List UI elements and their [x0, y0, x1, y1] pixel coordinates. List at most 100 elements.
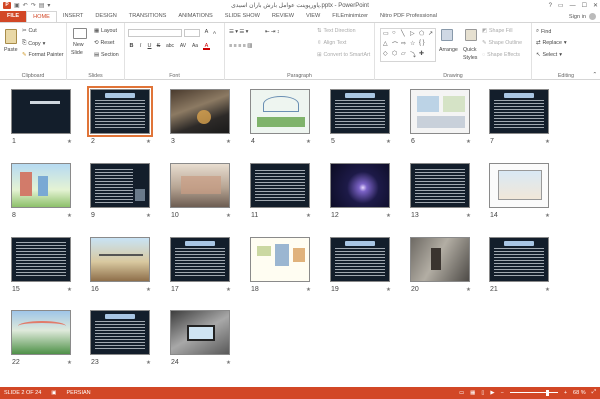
- tab-slide-show[interactable]: SLIDE SHOW: [219, 11, 266, 22]
- reset-button[interactable]: ⟲ Reset: [94, 40, 114, 46]
- font-color-button[interactable]: A: [203, 43, 210, 50]
- tab-file[interactable]: FILE: [0, 11, 27, 22]
- slide-thumbnail-16[interactable]: [90, 237, 150, 282]
- normal-view-icon[interactable]: ▭: [459, 390, 464, 396]
- redo-icon[interactable]: ↷: [31, 2, 36, 9]
- format-painter-button[interactable]: ✎ Format Painter: [22, 52, 63, 58]
- tab-animations[interactable]: ANIMATIONS: [172, 11, 218, 22]
- new-slide-icon[interactable]: [73, 28, 87, 39]
- slide-thumbnail-12[interactable]: [330, 163, 390, 208]
- slide-thumbnail-22[interactable]: [11, 310, 71, 355]
- slide-animation-star-icon[interactable]: ★: [226, 360, 231, 366]
- paste-button[interactable]: Paste: [4, 47, 18, 53]
- slide-thumbnail-14[interactable]: [489, 163, 549, 208]
- slide-animation-star-icon[interactable]: ★: [146, 360, 151, 366]
- slide-animation-star-icon[interactable]: ★: [466, 139, 471, 145]
- section-button[interactable]: ▤ Section: [94, 52, 119, 58]
- font-name-input[interactable]: [128, 29, 182, 37]
- undo-icon[interactable]: ↶: [23, 2, 28, 9]
- slide-thumbnail-8[interactable]: [11, 163, 71, 208]
- zoom-in-button[interactable]: +: [564, 390, 567, 396]
- slide-thumbnail-19[interactable]: [330, 237, 390, 282]
- slide-thumbnail-20[interactable]: [410, 237, 470, 282]
- slide-animation-star-icon[interactable]: ★: [67, 139, 72, 145]
- slide-animation-star-icon[interactable]: ★: [67, 360, 72, 366]
- find-button[interactable]: ⌕ Find: [536, 28, 551, 35]
- cut-button[interactable]: ✂ Cut: [22, 28, 37, 34]
- copy-button[interactable]: ⎘ Copy ▾: [22, 40, 45, 47]
- slide-thumbnail-21[interactable]: [489, 237, 549, 282]
- slide-animation-star-icon[interactable]: ★: [466, 213, 471, 219]
- bold-button[interactable]: B: [128, 43, 135, 50]
- slide-sorter-view-icon[interactable]: ▦: [470, 390, 475, 396]
- slide-animation-star-icon[interactable]: ★: [306, 139, 311, 145]
- ribbon-display-icon[interactable]: ▭: [558, 2, 564, 9]
- slide-thumbnail-1[interactable]: [11, 89, 71, 134]
- slide-thumbnail-4[interactable]: [250, 89, 310, 134]
- slide-animation-star-icon[interactable]: ★: [226, 287, 231, 293]
- maximize-button[interactable]: ☐: [582, 2, 587, 9]
- slide-animation-star-icon[interactable]: ★: [386, 139, 391, 145]
- slide-animation-star-icon[interactable]: ★: [306, 287, 311, 293]
- slide-animation-star-icon[interactable]: ★: [386, 287, 391, 293]
- slide-thumbnail-10[interactable]: [170, 163, 230, 208]
- new-slide-button[interactable]: New: [73, 42, 84, 48]
- fit-to-window-icon[interactable]: ⤢: [592, 389, 596, 396]
- arrange-icon[interactable]: [441, 29, 453, 41]
- minimize-button[interactable]: —: [570, 3, 576, 9]
- slideshow-view-icon[interactable]: ▶: [490, 390, 494, 396]
- zoom-out-button[interactable]: −: [501, 390, 504, 396]
- slide-thumbnail-18[interactable]: [250, 237, 310, 282]
- tab-nitro-pdf[interactable]: Nitro PDF Professional: [374, 11, 443, 22]
- slide-thumbnail-9[interactable]: [90, 163, 150, 208]
- save-icon[interactable]: ▣: [14, 2, 20, 9]
- zoom-level[interactable]: 68 %: [573, 390, 586, 396]
- slideshow-icon[interactable]: ▤: [39, 2, 45, 9]
- sign-in-link[interactable]: Sign in: [569, 13, 596, 20]
- grow-font-icon[interactable]: A: [203, 29, 210, 36]
- tab-transitions[interactable]: TRANSITIONS: [123, 11, 173, 22]
- text-direction-button[interactable]: ⇅ Text Direction: [317, 28, 356, 34]
- slide-thumbnail-3[interactable]: [170, 89, 230, 134]
- select-button[interactable]: ↖ Select ▾: [536, 52, 562, 58]
- underline-button[interactable]: U: [146, 43, 153, 50]
- shrink-font-icon[interactable]: A: [211, 29, 218, 36]
- slide-thumbnail-5[interactable]: [330, 89, 390, 134]
- slide-animation-star-icon[interactable]: ★: [146, 287, 151, 293]
- slide-thumbnail-7[interactable]: [489, 89, 549, 134]
- quick-styles-button-line2[interactable]: Styles: [463, 55, 477, 61]
- shape-effects-button[interactable]: ◌ Shape Effects: [482, 52, 520, 58]
- indent-icons[interactable]: ⇤ ⇥ ↕: [265, 29, 279, 35]
- slide-thumbnail-15[interactable]: [11, 237, 71, 282]
- quick-styles-icon[interactable]: [465, 29, 477, 41]
- convert-smartart-button[interactable]: ⊞ Convert to SmartArt: [317, 52, 370, 58]
- language-status[interactable]: PERSIAN: [67, 390, 91, 396]
- slide-animation-star-icon[interactable]: ★: [386, 213, 391, 219]
- tab-fileminimizer[interactable]: FILEminimizer: [326, 11, 374, 22]
- italic-button[interactable]: I: [137, 43, 144, 50]
- change-case-button[interactable]: Aa: [190, 43, 200, 50]
- replace-button[interactable]: ⇄ Replace ▾: [536, 40, 567, 46]
- char-spacing-button[interactable]: AV: [178, 43, 188, 50]
- shapes-gallery[interactable]: ▭ ○ ╲ ▷ ⬠ ↗ △ ⌒ ⇨ ☆{ } ◇ ⬡ ▱ ⤵ ✚: [380, 28, 436, 62]
- zoom-slider-thumb[interactable]: [545, 389, 549, 396]
- slide-animation-star-icon[interactable]: ★: [146, 213, 151, 219]
- alignment-icons[interactable]: ≡ ≡ ≡ ≡ ▥: [229, 43, 252, 49]
- tab-home[interactable]: HOME: [26, 11, 57, 22]
- slide-animation-star-icon[interactable]: ★: [146, 139, 151, 145]
- paste-icon[interactable]: [5, 29, 17, 44]
- slide-thumbnail-17[interactable]: [170, 237, 230, 282]
- strikethrough-button[interactable]: S: [155, 43, 162, 50]
- zoom-slider[interactable]: [509, 389, 558, 396]
- new-slide-button-line2[interactable]: Slide: [71, 50, 83, 56]
- slide-animation-star-icon[interactable]: ★: [67, 287, 72, 293]
- slide-animation-star-icon[interactable]: ★: [545, 213, 550, 219]
- close-button[interactable]: ✕: [593, 2, 598, 9]
- tab-review[interactable]: REVIEW: [266, 11, 300, 22]
- bullets-icon[interactable]: ☰ ▾ ☰ ▾: [229, 29, 248, 35]
- spellcheck-icon[interactable]: ▣: [51, 390, 56, 396]
- slide-animation-star-icon[interactable]: ★: [226, 213, 231, 219]
- slide-animation-star-icon[interactable]: ★: [466, 287, 471, 293]
- slide-animation-star-icon[interactable]: ★: [306, 213, 311, 219]
- align-text-button[interactable]: ⇳ Align Text: [317, 40, 346, 46]
